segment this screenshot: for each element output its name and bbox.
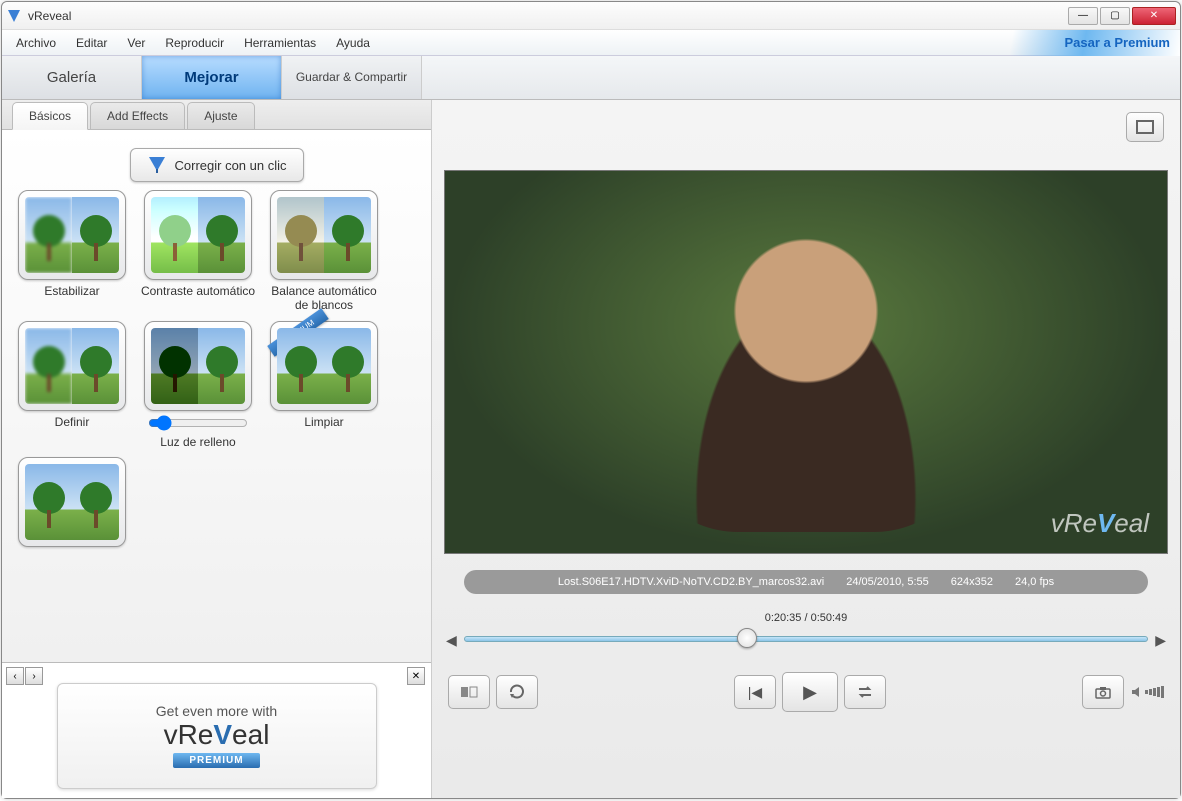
promo-premium-badge: PREMIUM [173, 753, 259, 768]
effect-clean[interactable]: PREMIUM Limpiar [264, 321, 384, 449]
seek-start-icon[interactable]: ◀ [446, 632, 457, 649]
effect-auto-wb-label: Balance automático de blancos [264, 284, 384, 313]
play-button[interactable]: ▶ [782, 672, 838, 712]
fill-light-slider[interactable] [148, 415, 248, 431]
close-button[interactable]: ✕ [1132, 7, 1176, 25]
effect-clean-label: Limpiar [304, 415, 343, 429]
video-content-placeholder [636, 192, 976, 532]
promo-card[interactable]: Get even more with vReVeal PREMIUM [57, 683, 377, 789]
menu-herramientas[interactable]: Herramientas [234, 32, 326, 54]
mode-save-share[interactable]: Guardar & Compartir [282, 56, 422, 99]
seek-thumb[interactable] [737, 628, 757, 648]
promo-logo: vReVeal [164, 719, 270, 751]
info-fps: 24,0 fps [1015, 576, 1054, 588]
seek-track[interactable] [464, 636, 1148, 642]
effect-auto-contrast-label: Contraste automático [141, 284, 255, 298]
effect-define-label: Definir [55, 415, 90, 429]
titlebar: vReveal — ▢ ✕ [2, 2, 1180, 30]
info-date: 24/05/2010, 5:55 [846, 576, 929, 588]
fullscreen-icon [1136, 120, 1154, 134]
wand-icon [147, 155, 167, 175]
effect-tabbar: Básicos Add Effects Ajuste [2, 100, 431, 130]
mode-enhance[interactable]: Mejorar [142, 56, 282, 99]
video-info-bar: Lost.S06E17.HDTV.XviD-NoTV.CD2.BY_marcos… [464, 570, 1148, 594]
effect-extra[interactable] [12, 457, 132, 547]
app-logo-icon [6, 8, 22, 24]
premium-link[interactable]: Pasar a Premium [1064, 35, 1170, 50]
tab-add-effects[interactable]: Add Effects [90, 102, 185, 129]
video-preview[interactable]: vReVeal [444, 170, 1168, 554]
promo-next-button[interactable]: › [25, 667, 43, 685]
right-panel: vReVeal Lost.S06E17.HDTV.XviD-NoTV.CD2.B… [432, 100, 1180, 798]
one-click-fix-button[interactable]: Corregir con un clic [130, 148, 304, 182]
seek-bar: 0:20:35 / 0:50:49 ◀ ▶ [444, 618, 1168, 658]
loop-button[interactable] [844, 675, 886, 709]
volume-control[interactable] [1130, 685, 1164, 699]
fullscreen-button[interactable] [1126, 112, 1164, 142]
effect-fill-light-label: Luz de relleno [160, 435, 235, 449]
promo-prev-button[interactable]: ‹ [6, 667, 24, 685]
promo-close-button[interactable]: ✕ [407, 667, 425, 685]
menubar: Archivo Editar Ver Reproducir Herramient… [2, 30, 1180, 56]
effect-fill-light[interactable]: Luz de relleno [138, 321, 258, 449]
camera-icon [1094, 685, 1112, 699]
speaker-icon [1130, 685, 1144, 699]
promo-headline: Get even more with [156, 703, 277, 719]
mode-bar: Galería Mejorar Guardar & Compartir [2, 56, 1180, 100]
menu-archivo[interactable]: Archivo [6, 32, 66, 54]
effect-auto-wb[interactable]: Balance automático de blancos [264, 190, 384, 313]
tab-basicos[interactable]: Básicos [12, 102, 88, 130]
maximize-button[interactable]: ▢ [1100, 7, 1130, 25]
time-label: 0:20:35 / 0:50:49 [765, 612, 848, 624]
one-click-label: Corregir con un clic [175, 158, 287, 173]
menu-ver[interactable]: Ver [117, 32, 155, 54]
snapshot-button[interactable] [1082, 675, 1124, 709]
info-filename: Lost.S06E17.HDTV.XviD-NoTV.CD2.BY_marcos… [558, 576, 824, 588]
effect-auto-contrast[interactable]: Contraste automático [138, 190, 258, 313]
menu-editar[interactable]: Editar [66, 32, 117, 54]
compare-button[interactable] [448, 675, 490, 709]
rotate-button[interactable] [496, 675, 538, 709]
promo-panel: ‹ › ✕ Get even more with vReVeal PREMIUM [2, 662, 431, 798]
minimize-button[interactable]: — [1068, 7, 1098, 25]
effect-stabilize-label: Estabilizar [44, 284, 99, 298]
rotate-icon [508, 684, 526, 700]
playback-controls: |◀ ▶ [444, 666, 1168, 718]
effect-stabilize[interactable]: Estabilizar [12, 190, 132, 313]
menu-ayuda[interactable]: Ayuda [326, 32, 380, 54]
prev-button[interactable]: |◀ [734, 675, 776, 709]
loop-icon [856, 685, 874, 699]
compare-icon [460, 685, 478, 699]
seek-end-icon[interactable]: ▶ [1155, 632, 1166, 649]
effect-define[interactable]: Definir [12, 321, 132, 449]
mode-gallery[interactable]: Galería [2, 56, 142, 99]
left-panel: Básicos Add Effects Ajuste Corregir con … [2, 100, 432, 798]
info-resolution: 624x352 [951, 576, 993, 588]
video-watermark: vReVeal [1051, 508, 1149, 539]
window-title: vReveal [28, 9, 71, 23]
effects-scroll[interactable]: Estabilizar Contraste automático Balance… [12, 190, 431, 662]
effects-panel: Corregir con un clic Estabilizar Contras… [2, 130, 431, 662]
menu-reproducir[interactable]: Reproducir [155, 32, 234, 54]
tab-ajuste[interactable]: Ajuste [187, 102, 254, 129]
